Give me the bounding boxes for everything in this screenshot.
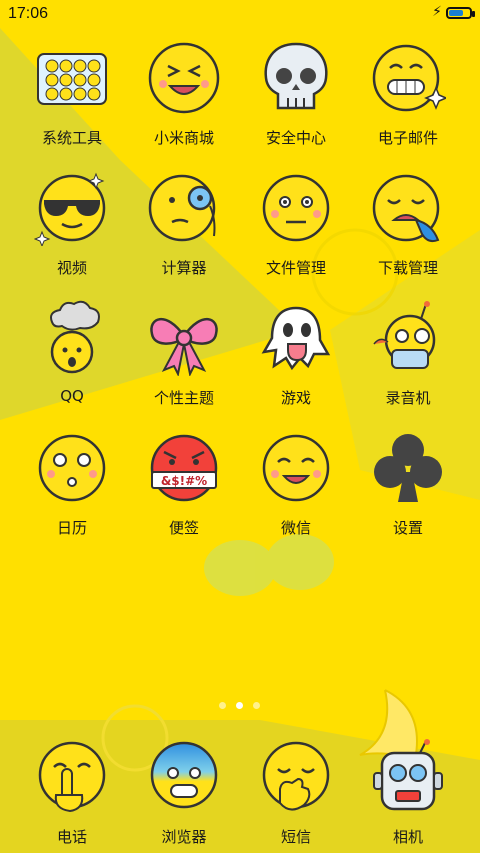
fearful-face-icon: [150, 741, 218, 809]
skull-icon: [264, 42, 328, 110]
app-label: 下载管理: [377, 259, 438, 277]
app-row: 系统工具 小米商城 安全中心 电子邮件: [0, 36, 480, 156]
app-qq[interactable]: QQ: [12, 296, 132, 416]
dock-camera[interactable]: 相机: [348, 735, 468, 855]
app-settings[interactable]: 设置: [348, 426, 468, 546]
page-indicator: [0, 700, 480, 712]
robot-head-icon: [373, 739, 443, 811]
tools-grid-icon: [37, 53, 107, 105]
sparkle-grin-face-icon: [372, 44, 446, 112]
app-label: 浏览器: [161, 828, 207, 846]
app-themes[interactable]: 个性主题: [124, 296, 244, 416]
page-dot[interactable]: [219, 702, 226, 709]
app-row: 日历 &$!#% 便签 微信 设置: [0, 426, 480, 546]
app-mi-store[interactable]: 小米商城: [124, 36, 244, 156]
status-time: 17:06: [8, 5, 49, 22]
dock-phone[interactable]: 电话: [12, 735, 132, 855]
charging-icon: ⚡: [432, 4, 442, 20]
app-label: 微信: [280, 519, 311, 537]
app-row: QQ 个性主题 游戏 录音机: [0, 296, 480, 416]
cursing-face-icon: &$!#%: [150, 434, 218, 502]
app-recorder[interactable]: 录音机: [348, 296, 468, 416]
dock: 电话 浏览器 短信 相机: [0, 735, 480, 853]
grinning-face-icon: [148, 42, 220, 114]
robot-icon: [373, 301, 436, 369]
app-label: 录音机: [385, 389, 431, 407]
status-bar: 17:06 ⚡: [0, 0, 480, 28]
app-system-tools[interactable]: 系统工具: [12, 36, 132, 156]
battery-icon: [446, 7, 475, 19]
cursing-text: &$!#%: [161, 474, 207, 488]
app-calendar[interactable]: 日历: [12, 426, 132, 546]
drooling-face-icon: [372, 174, 440, 243]
app-label: 计算器: [161, 259, 207, 277]
ghost-icon: [261, 306, 331, 371]
app-label: 便签: [168, 519, 199, 537]
app-label: 电话: [56, 828, 87, 846]
app-file-manager[interactable]: 文件管理: [236, 166, 356, 286]
sunglasses-face-icon: [34, 172, 106, 246]
app-label: 设置: [392, 519, 423, 537]
app-calculator[interactable]: 计算器: [124, 166, 244, 286]
app-label: 系统工具: [41, 129, 102, 147]
app-label: 小米商城: [153, 129, 214, 147]
laughing-face-icon: [262, 434, 330, 502]
app-notes[interactable]: &$!#% 便签: [124, 426, 244, 546]
app-label: 安全中心: [265, 129, 326, 147]
app-row: 视频 计算器 文件管理 下载管理: [0, 166, 480, 286]
app-label: 游戏: [280, 389, 311, 407]
club-icon: [374, 434, 442, 502]
exploding-head-icon: [50, 300, 100, 374]
app-download-manager[interactable]: 下载管理: [348, 166, 468, 286]
app-label: 相机: [392, 828, 423, 846]
app-video[interactable]: 视频: [12, 166, 132, 286]
surprised-face-icon: [38, 434, 106, 502]
shushing-face-icon: [38, 741, 106, 813]
page-dot[interactable]: [253, 702, 260, 709]
dock-messages[interactable]: 短信: [236, 735, 356, 855]
hand-over-mouth-face-icon: [262, 741, 330, 811]
app-label: 文件管理: [265, 259, 326, 277]
app-label: 视频: [56, 259, 87, 277]
neutral-face-icon: [262, 174, 330, 242]
bow-icon: [150, 317, 218, 376]
app-label: 日历: [56, 519, 87, 537]
dock-browser[interactable]: 浏览器: [124, 735, 244, 855]
app-games[interactable]: 游戏: [236, 296, 356, 416]
app-wechat[interactable]: 微信: [236, 426, 356, 546]
app-label: 电子邮件: [377, 129, 438, 147]
app-security[interactable]: 安全中心: [236, 36, 356, 156]
app-email[interactable]: 电子邮件: [348, 36, 468, 156]
app-label: QQ: [60, 387, 84, 405]
app-label: 个性主题: [153, 389, 214, 407]
app-label: 短信: [280, 828, 311, 846]
monocle-face-icon: [148, 174, 216, 242]
page-dot-active[interactable]: [236, 702, 243, 709]
